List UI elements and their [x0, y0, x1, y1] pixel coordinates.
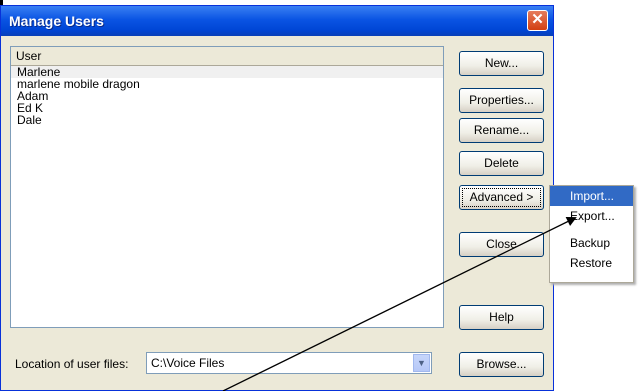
list-item[interactable]: marlene mobile dragon [11, 78, 443, 90]
properties-button[interactable]: Properties... [459, 88, 544, 113]
title-bar[interactable]: Manage Users ✕ [1, 6, 553, 36]
advanced-context-menu: Import... Export... Backup Restore [549, 185, 634, 283]
list-item[interactable]: Ed K [11, 102, 443, 114]
location-combobox[interactable]: C:\Voice Files ▼ [146, 352, 432, 374]
menu-item-export[interactable]: Export... [550, 206, 633, 226]
dialog-title: Manage Users [9, 13, 104, 29]
advanced-button[interactable]: Advanced > [459, 185, 544, 210]
location-label: Location of user files: [15, 357, 129, 371]
close-icon: ✕ [531, 11, 544, 28]
menu-item-import[interactable]: Import... [550, 186, 633, 206]
new-button[interactable]: New... [459, 51, 544, 76]
user-list[interactable]: User Marlene marlene mobile dragon Adam … [10, 46, 444, 328]
chevron-down-icon[interactable]: ▼ [413, 354, 430, 372]
user-list-header[interactable]: User [11, 47, 443, 66]
menu-item-backup[interactable]: Backup [550, 233, 633, 253]
close-window-button[interactable]: ✕ [527, 10, 548, 31]
list-item[interactable]: Adam [11, 90, 443, 102]
delete-button[interactable]: Delete [459, 151, 544, 176]
close-button[interactable]: Close [459, 232, 544, 257]
menu-item-restore[interactable]: Restore [550, 253, 633, 273]
menu-separator [550, 226, 633, 233]
list-item[interactable]: Dale [11, 114, 443, 126]
user-list-rows: Marlene marlene mobile dragon Adam Ed K … [11, 66, 443, 126]
rename-button[interactable]: Rename... [459, 118, 544, 143]
browse-button[interactable]: Browse... [459, 352, 544, 377]
location-value: C:\Voice Files [151, 356, 225, 370]
help-button[interactable]: Help [459, 305, 544, 330]
